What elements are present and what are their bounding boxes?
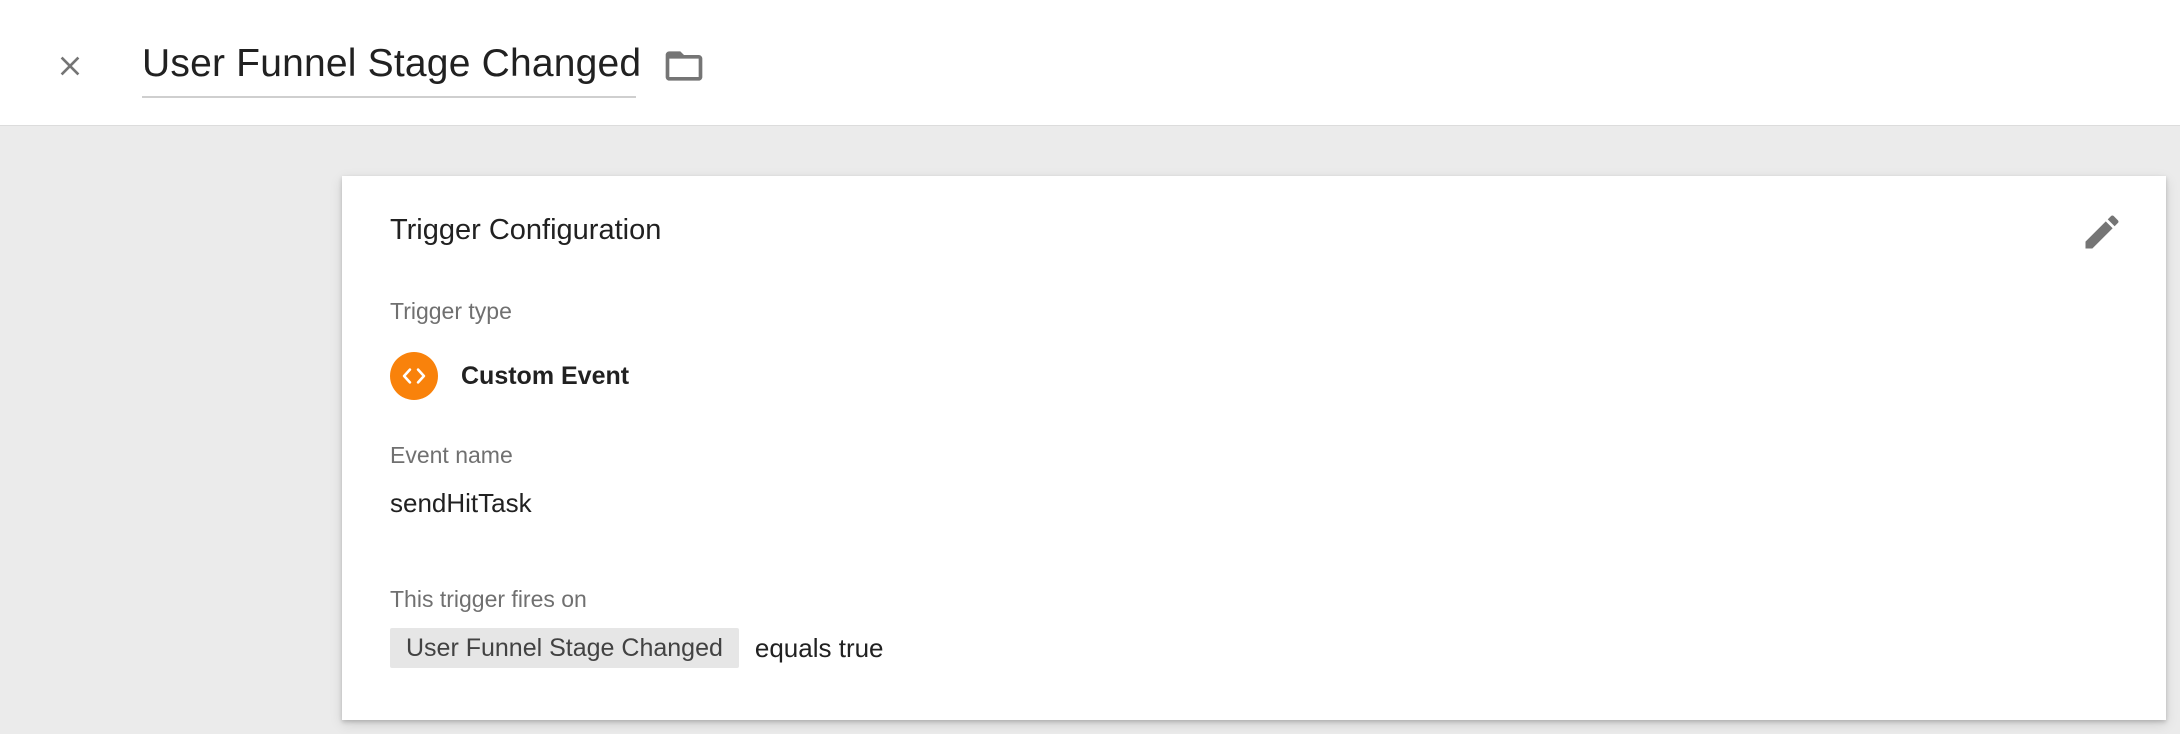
event-name-value: sendHitTask <box>390 488 532 518</box>
variable-chip: User Funnel Stage Changed <box>390 628 739 668</box>
top-bar: User Funnel Stage Changed <box>0 0 2180 126</box>
close-icon <box>60 56 80 76</box>
event-name-label: Event name <box>390 442 513 468</box>
trigger-configuration-card[interactable]: Trigger Configuration Trigger type Custo… <box>342 176 2166 720</box>
fires-on-label: This trigger fires on <box>390 586 587 612</box>
trigger-type-label: Trigger type <box>390 298 512 324</box>
pencil-icon <box>2085 215 2119 249</box>
trigger-name-field[interactable]: User Funnel Stage Changed <box>142 36 642 98</box>
fires-on-condition: User Funnel Stage Changed equals true <box>390 628 884 668</box>
close-button[interactable] <box>44 40 96 92</box>
condition-text: equals true <box>754 632 884 663</box>
card-title: Trigger Configuration <box>390 214 662 246</box>
edit-button[interactable] <box>2076 206 2128 258</box>
code-brackets-icon <box>390 352 438 400</box>
folder-button[interactable] <box>660 44 708 88</box>
trigger-type-value: Custom Event <box>461 361 630 390</box>
folder-icon <box>665 51 703 81</box>
trigger-type-row: Custom Event <box>390 350 629 402</box>
page-title: User Funnel Stage Changed <box>142 42 642 85</box>
